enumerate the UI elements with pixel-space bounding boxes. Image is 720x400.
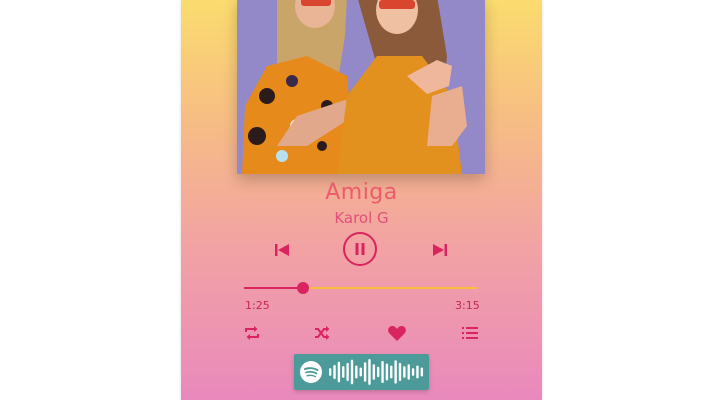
queue-button[interactable] [461,325,479,341]
repeat-icon [245,326,259,340]
player-card: Amiga Karol G 1:25 3:15 [181,0,542,400]
spotify-code-bar [372,364,376,380]
skip-next-icon [433,244,447,256]
spotify-code-bar [342,366,345,378]
spotify-code-bar [390,365,393,379]
stage: Amiga Karol G 1:25 3:15 [0,0,720,400]
time-current: 1:25 [245,299,270,312]
progress-fill [244,287,303,289]
spotify-code-bar [350,359,354,385]
spotify-code-bar [333,364,336,380]
album-art [237,0,485,174]
skip-previous-icon [275,244,289,256]
track-title: Amiga [325,180,398,205]
spotify-code-bar [359,367,362,377]
like-button[interactable] [387,323,407,343]
spotify-code-bar [381,360,384,384]
shuffle-icon [315,326,330,340]
spotify-code-bar [376,366,380,378]
progress-bar[interactable] [244,282,478,294]
spotify-code-bar [385,363,389,381]
spotify-code-bar [355,365,358,379]
repeat-button[interactable] [243,324,261,342]
shuffle-button[interactable] [313,324,331,342]
heart-icon [388,326,406,341]
spotify-code-bar [363,362,367,382]
spotify-code-bar [416,365,419,379]
spotify-code-bar [368,359,371,385]
spotify-code-bar [407,364,410,380]
spotify-code-bar [337,361,341,383]
next-button[interactable] [431,241,449,259]
album-photo [237,0,485,174]
spotify-code-bar [346,362,349,382]
play-pause-button[interactable] [343,232,377,266]
previous-button[interactable] [273,241,291,259]
progress-thumb[interactable] [296,282,309,294]
artist-name: Karol G [334,209,389,227]
spotify-code-bars [328,359,424,385]
spotify-code-bar [398,362,402,382]
spotify-code-bar [328,368,332,376]
pause-icon [355,243,365,255]
spotify-code-bar [420,367,424,377]
time-total: 3:15 [455,299,480,312]
spotify-logo-icon [300,361,322,383]
queue-list-icon [462,327,478,339]
spotify-code-bar [394,360,397,384]
spotify-code[interactable] [294,354,429,390]
spotify-code-bar [411,368,415,376]
spotify-code-bar [403,366,406,378]
